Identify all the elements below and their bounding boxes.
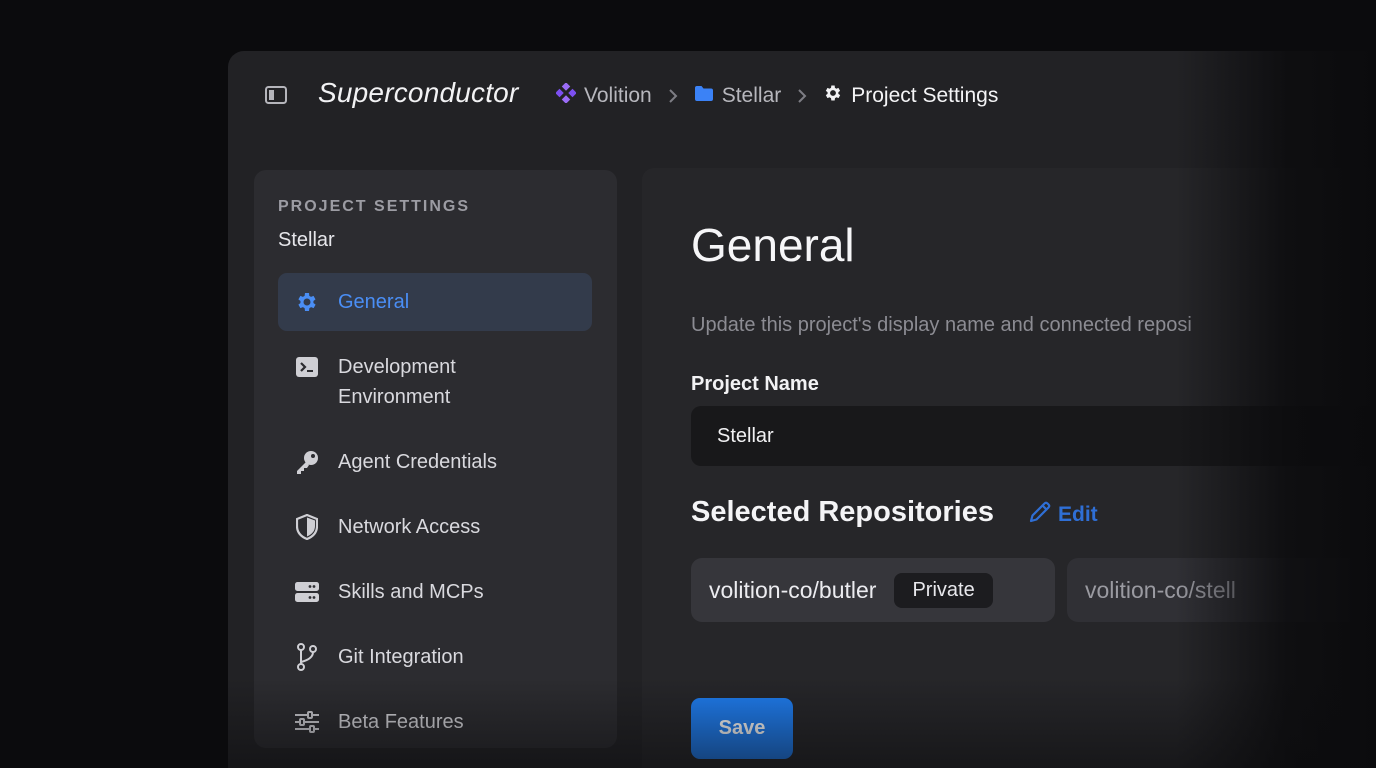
- page-description: Update this project's display name and c…: [691, 314, 1192, 336]
- repo-chip-butler[interactable]: volition-co/butler Private: [691, 558, 1055, 622]
- key-icon: [294, 447, 320, 477]
- terminal-icon: [294, 352, 320, 382]
- save-button[interactable]: Save: [691, 698, 793, 759]
- app-title: Superconductor: [318, 77, 519, 108]
- sidebar-item-label: General: [338, 291, 410, 313]
- diamond-grid-icon: [555, 82, 577, 109]
- breadcrumb: Volition Stellar Project Settings: [555, 82, 998, 110]
- edit-label: Edit: [1058, 503, 1098, 526]
- gear-icon: [823, 83, 843, 109]
- sliders-icon: [294, 707, 320, 737]
- sidebar-item-development-environment[interactable]: Development Environment: [278, 338, 592, 426]
- breadcrumb-project-settings[interactable]: Project Settings: [823, 83, 998, 109]
- sidebar-item-network-access[interactable]: Network Access: [278, 498, 592, 556]
- gear-icon: [294, 287, 320, 317]
- sidebar-heading: PROJECT SETTINGS: [278, 198, 471, 215]
- sidebar-item-beta-features[interactable]: Beta Features: [278, 693, 592, 751]
- breadcrumb-label: Stellar: [721, 84, 782, 107]
- visibility-badge: Private: [894, 572, 993, 608]
- selected-repositories-heading: Selected Repositories: [691, 496, 994, 528]
- page-title: General: [691, 219, 855, 271]
- settings-nav: General Development Environment Agent Cr…: [278, 273, 592, 758]
- sidebar-item-label: Skills and MCPs: [338, 581, 484, 603]
- sidebar-item-label: Git Integration: [338, 646, 464, 668]
- sidebar-item-label: Beta Features: [338, 711, 464, 733]
- sidebar-project-name: Stellar: [278, 229, 335, 251]
- top-bar: Superconductor Volition Stellar Project …: [228, 51, 1376, 141]
- breadcrumb-label: Project Settings: [851, 84, 999, 107]
- chevron-right-icon: [797, 89, 807, 103]
- edit-repositories-button[interactable]: Edit: [1028, 500, 1098, 530]
- app-window: Superconductor Volition Stellar Project …: [228, 51, 1376, 768]
- repo-chip-stellar[interactable]: volition-co/stell: [1067, 558, 1367, 622]
- repo-name: volition-co/butler: [709, 576, 877, 603]
- repo-name: volition-co/stell: [1085, 576, 1236, 603]
- server-icon: [294, 577, 320, 607]
- project-name-label: Project Name: [691, 373, 819, 395]
- project-name-input[interactable]: [691, 406, 1376, 466]
- sidebar-item-label: Development Environment: [338, 356, 456, 408]
- sidebar-item-label: Network Access: [338, 516, 481, 538]
- sidebar-toggle-icon[interactable]: [265, 85, 287, 105]
- folder-icon: [694, 84, 714, 108]
- sidebar-item-skills-and-mcps[interactable]: Skills and MCPs: [278, 563, 592, 621]
- breadcrumb-volition[interactable]: Volition: [555, 82, 652, 109]
- chevron-right-icon: [668, 89, 678, 103]
- breadcrumb-stellar[interactable]: Stellar: [694, 84, 782, 108]
- sidebar-item-general[interactable]: General: [278, 273, 592, 331]
- shield-icon: [294, 512, 320, 542]
- sidebar-item-agent-credentials[interactable]: Agent Credentials: [278, 433, 592, 491]
- sidebar-item-git-integration[interactable]: Git Integration: [278, 628, 592, 686]
- pencil-icon: [1028, 500, 1052, 530]
- git-branch-icon: [294, 642, 320, 672]
- settings-sidebar: PROJECT SETTINGS Stellar General Develop…: [254, 170, 617, 748]
- breadcrumb-label: Volition: [584, 84, 652, 107]
- sidebar-item-label: Agent Credentials: [338, 451, 497, 473]
- settings-content: General Update this project's display na…: [642, 168, 1376, 768]
